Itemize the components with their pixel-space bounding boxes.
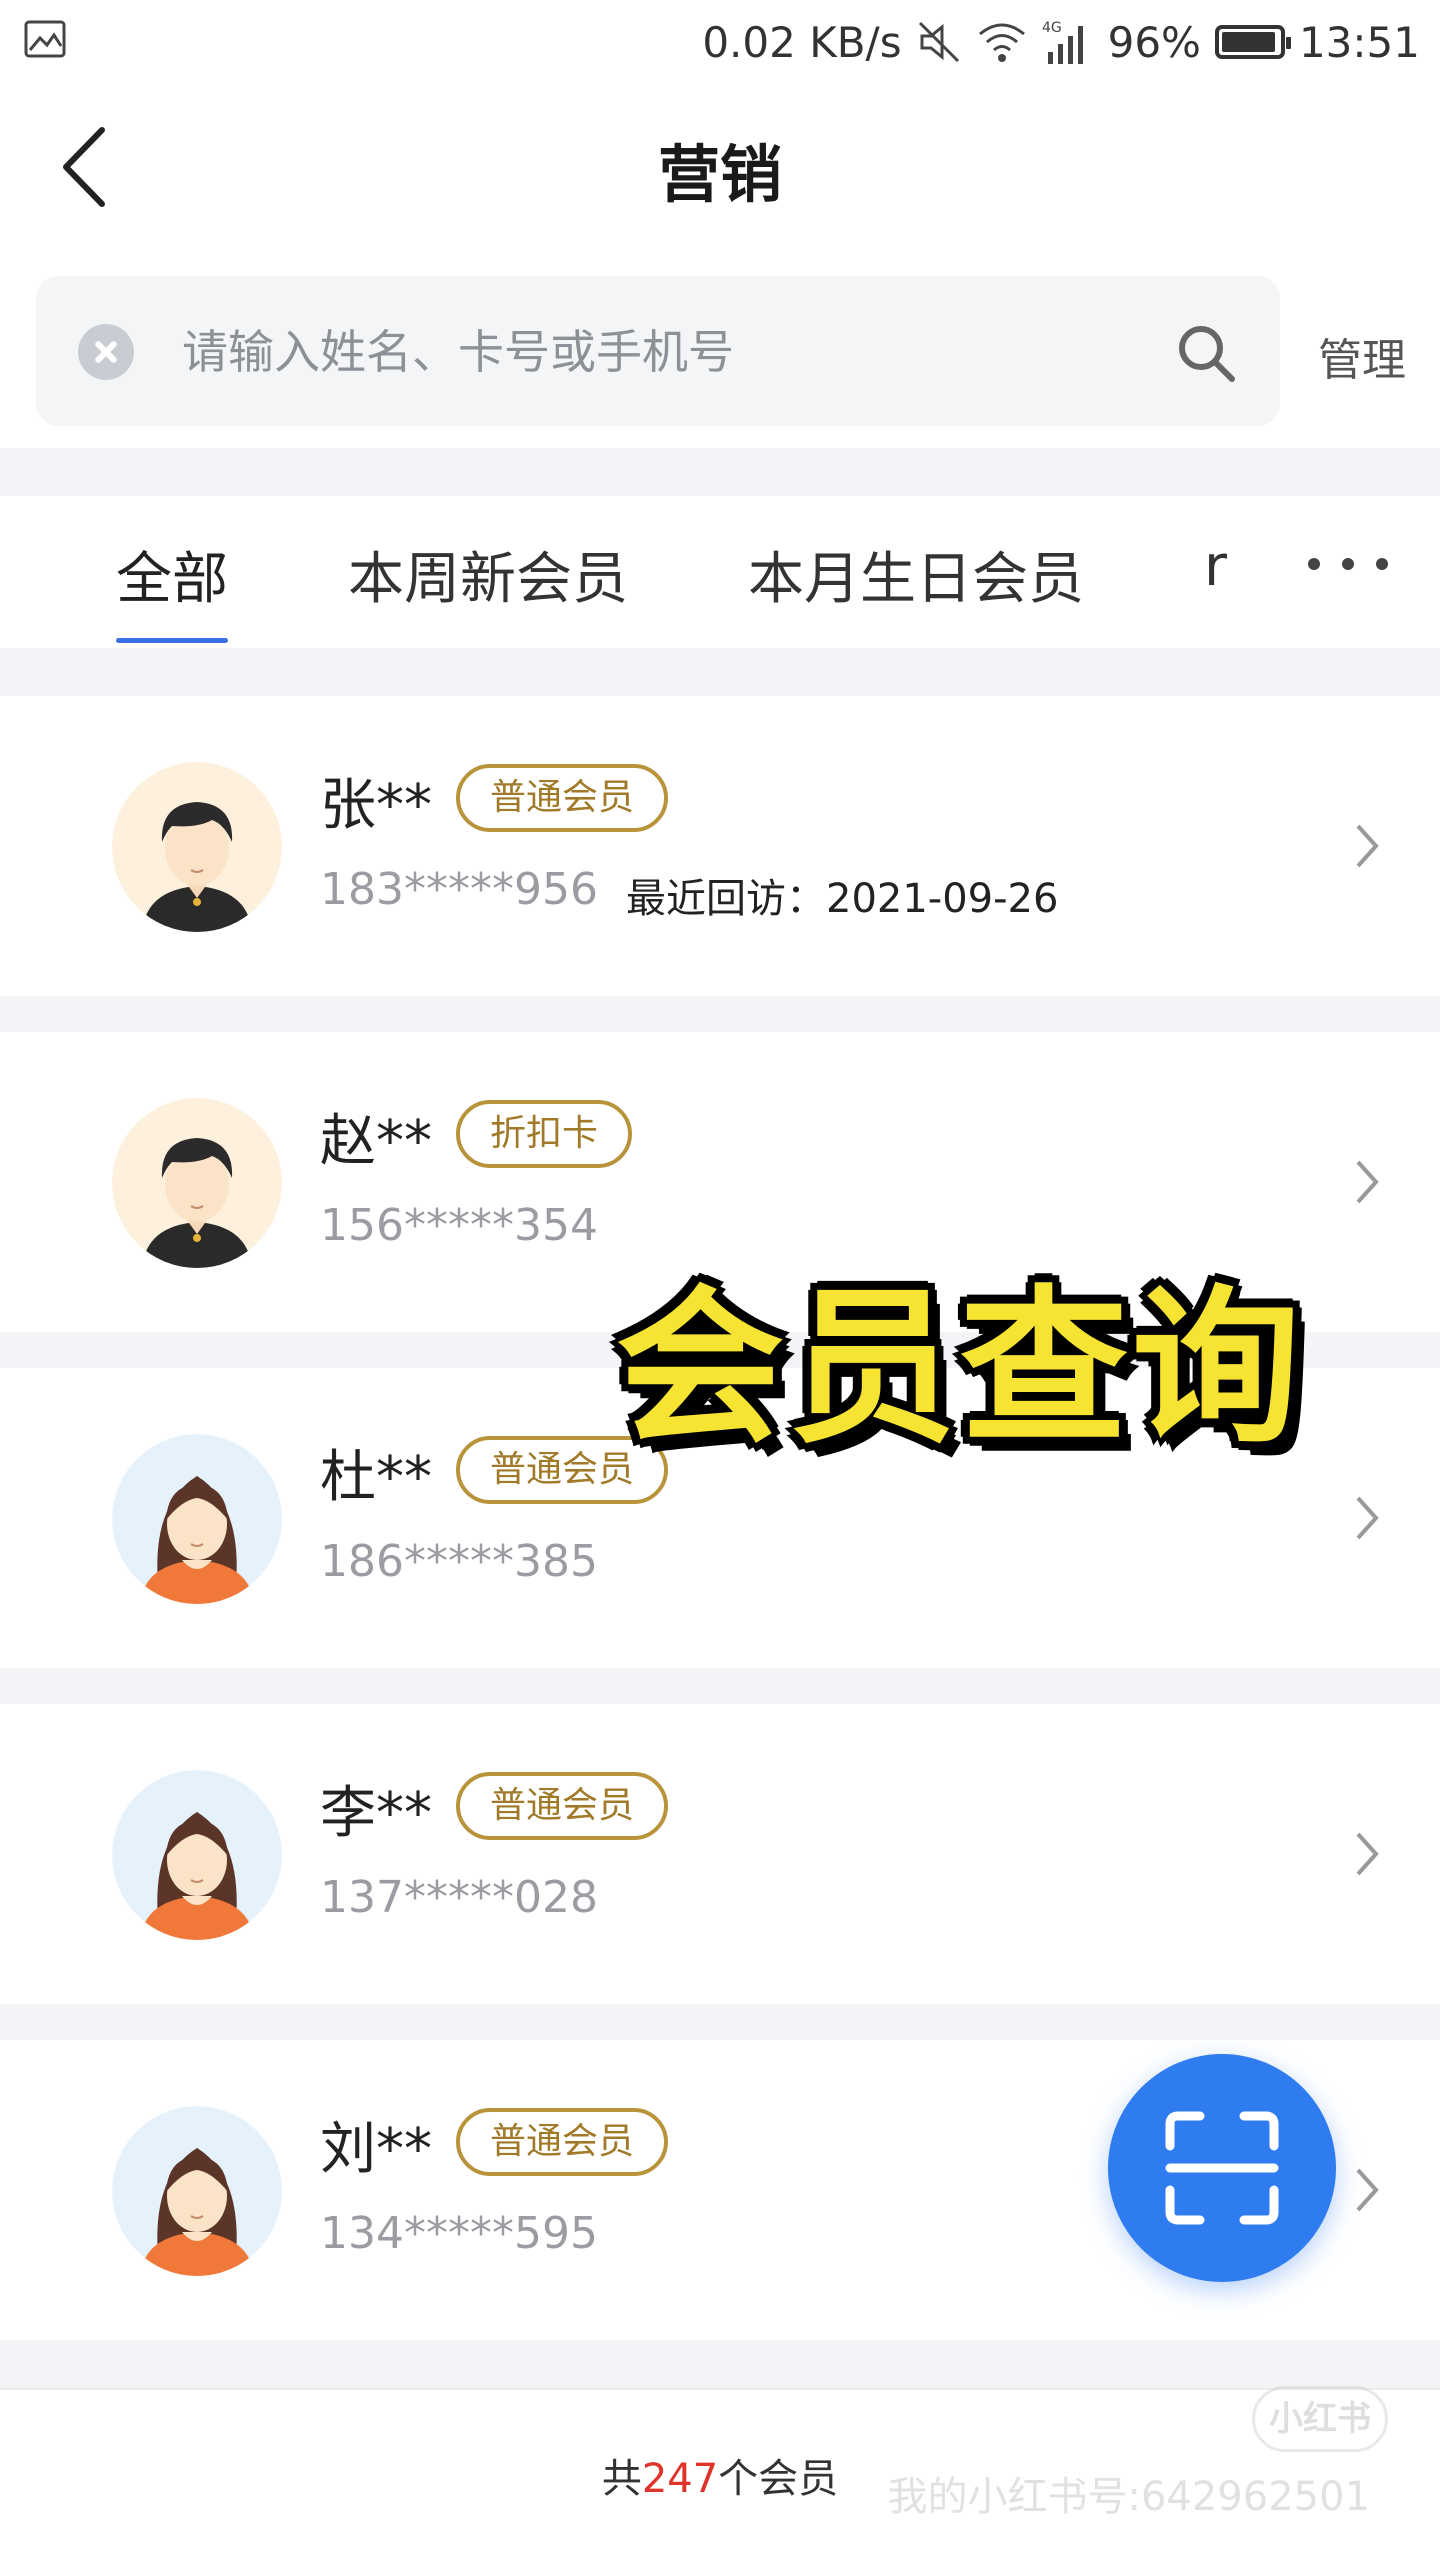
active-tab-indicator xyxy=(116,638,228,643)
network-label: 4G xyxy=(1042,20,1062,36)
divider xyxy=(0,2340,1440,2388)
female-avatar-icon xyxy=(112,1434,282,1604)
member-row[interactable]: 张** 普通会员 183*****956 最近回访：2021-09-26 xyxy=(0,696,1440,996)
member-name: 刘** xyxy=(320,2117,432,2182)
chevron-right-icon xyxy=(1356,1832,1379,1876)
search-input[interactable] xyxy=(182,312,1142,392)
manage-button[interactable]: 管理 xyxy=(1318,324,1406,388)
divider xyxy=(0,1668,1440,1704)
member-phone: 183*****956 xyxy=(320,864,598,915)
tab-truncated[interactable]: r xyxy=(1204,534,1227,599)
male-avatar-icon xyxy=(112,1098,282,1268)
chevron-right-icon xyxy=(1356,1496,1379,1540)
status-bar: 0.02 KB/s 4G 96% 13:51 xyxy=(0,0,1440,82)
member-row[interactable]: 李** 普通会员 137*****028 xyxy=(0,1704,1440,2004)
battery-icon xyxy=(1214,25,1291,59)
scan-button[interactable] xyxy=(1108,2054,1336,2282)
nav-bar: 营销 xyxy=(0,82,1440,252)
wifi-icon xyxy=(978,23,1025,62)
clear-icon[interactable] xyxy=(78,324,134,380)
female-avatar-icon xyxy=(112,2106,282,2276)
member-phone: 186*****385 xyxy=(320,1536,598,1587)
watermark-text: 我的小红书号:642962501 xyxy=(887,2474,1370,2520)
member-phone: 134*****595 xyxy=(320,2208,598,2259)
signal-icon: 4G xyxy=(1042,20,1083,64)
last-visit: 最近回访：2021-09-26 xyxy=(626,876,1059,922)
mute-icon xyxy=(918,21,959,63)
divider xyxy=(0,448,1440,496)
member-level-badge: 普通会员 xyxy=(456,764,669,832)
watermark-logo: 小红书 xyxy=(1252,2386,1388,2452)
page-title: 营销 xyxy=(657,138,782,211)
chevron-right-icon xyxy=(1356,824,1379,868)
battery-percent: 96% xyxy=(1107,17,1201,67)
male-avatar-icon xyxy=(112,762,282,932)
member-name: 赵** xyxy=(320,1109,432,1174)
net-speed: 0.02 KB/s xyxy=(702,17,902,67)
search-box[interactable] xyxy=(36,276,1280,426)
overlay-caption: 会员查询 xyxy=(616,1270,1304,1466)
chevron-right-icon xyxy=(1356,1160,1379,1204)
female-avatar-icon xyxy=(112,1770,282,1940)
member-name: 张** xyxy=(320,773,432,838)
member-phone: 156*****354 xyxy=(320,1200,598,1251)
divider xyxy=(0,648,1440,696)
more-tabs-icon[interactable] xyxy=(1308,558,1388,570)
search-icon[interactable] xyxy=(1174,321,1238,385)
member-name: 李** xyxy=(320,1781,432,1846)
member-level-badge: 折扣卡 xyxy=(456,1100,633,1168)
scan-icon xyxy=(1165,2111,1279,2225)
tab-new-this-week[interactable]: 本周新会员 xyxy=(348,534,628,615)
divider xyxy=(0,2004,1440,2040)
search-row: 管理 xyxy=(0,272,1440,432)
chevron-right-icon xyxy=(1356,2168,1379,2212)
divider xyxy=(0,996,1440,1032)
tab-birthday-this-month[interactable]: 本月生日会员 xyxy=(748,534,1084,615)
member-name: 杜** xyxy=(320,1445,432,1510)
gallery-icon xyxy=(24,20,66,58)
member-level-badge: 普通会员 xyxy=(456,2108,669,2176)
member-phone: 137*****028 xyxy=(320,1872,598,1923)
filter-tabs: 全部 本周新会员 本月生日会员 r xyxy=(0,496,1440,648)
clock: 13:51 xyxy=(1298,17,1420,67)
member-level-badge: 普通会员 xyxy=(456,1772,669,1840)
tab-all[interactable]: 全部 xyxy=(116,534,228,615)
member-count-number: 247 xyxy=(641,2456,719,2502)
